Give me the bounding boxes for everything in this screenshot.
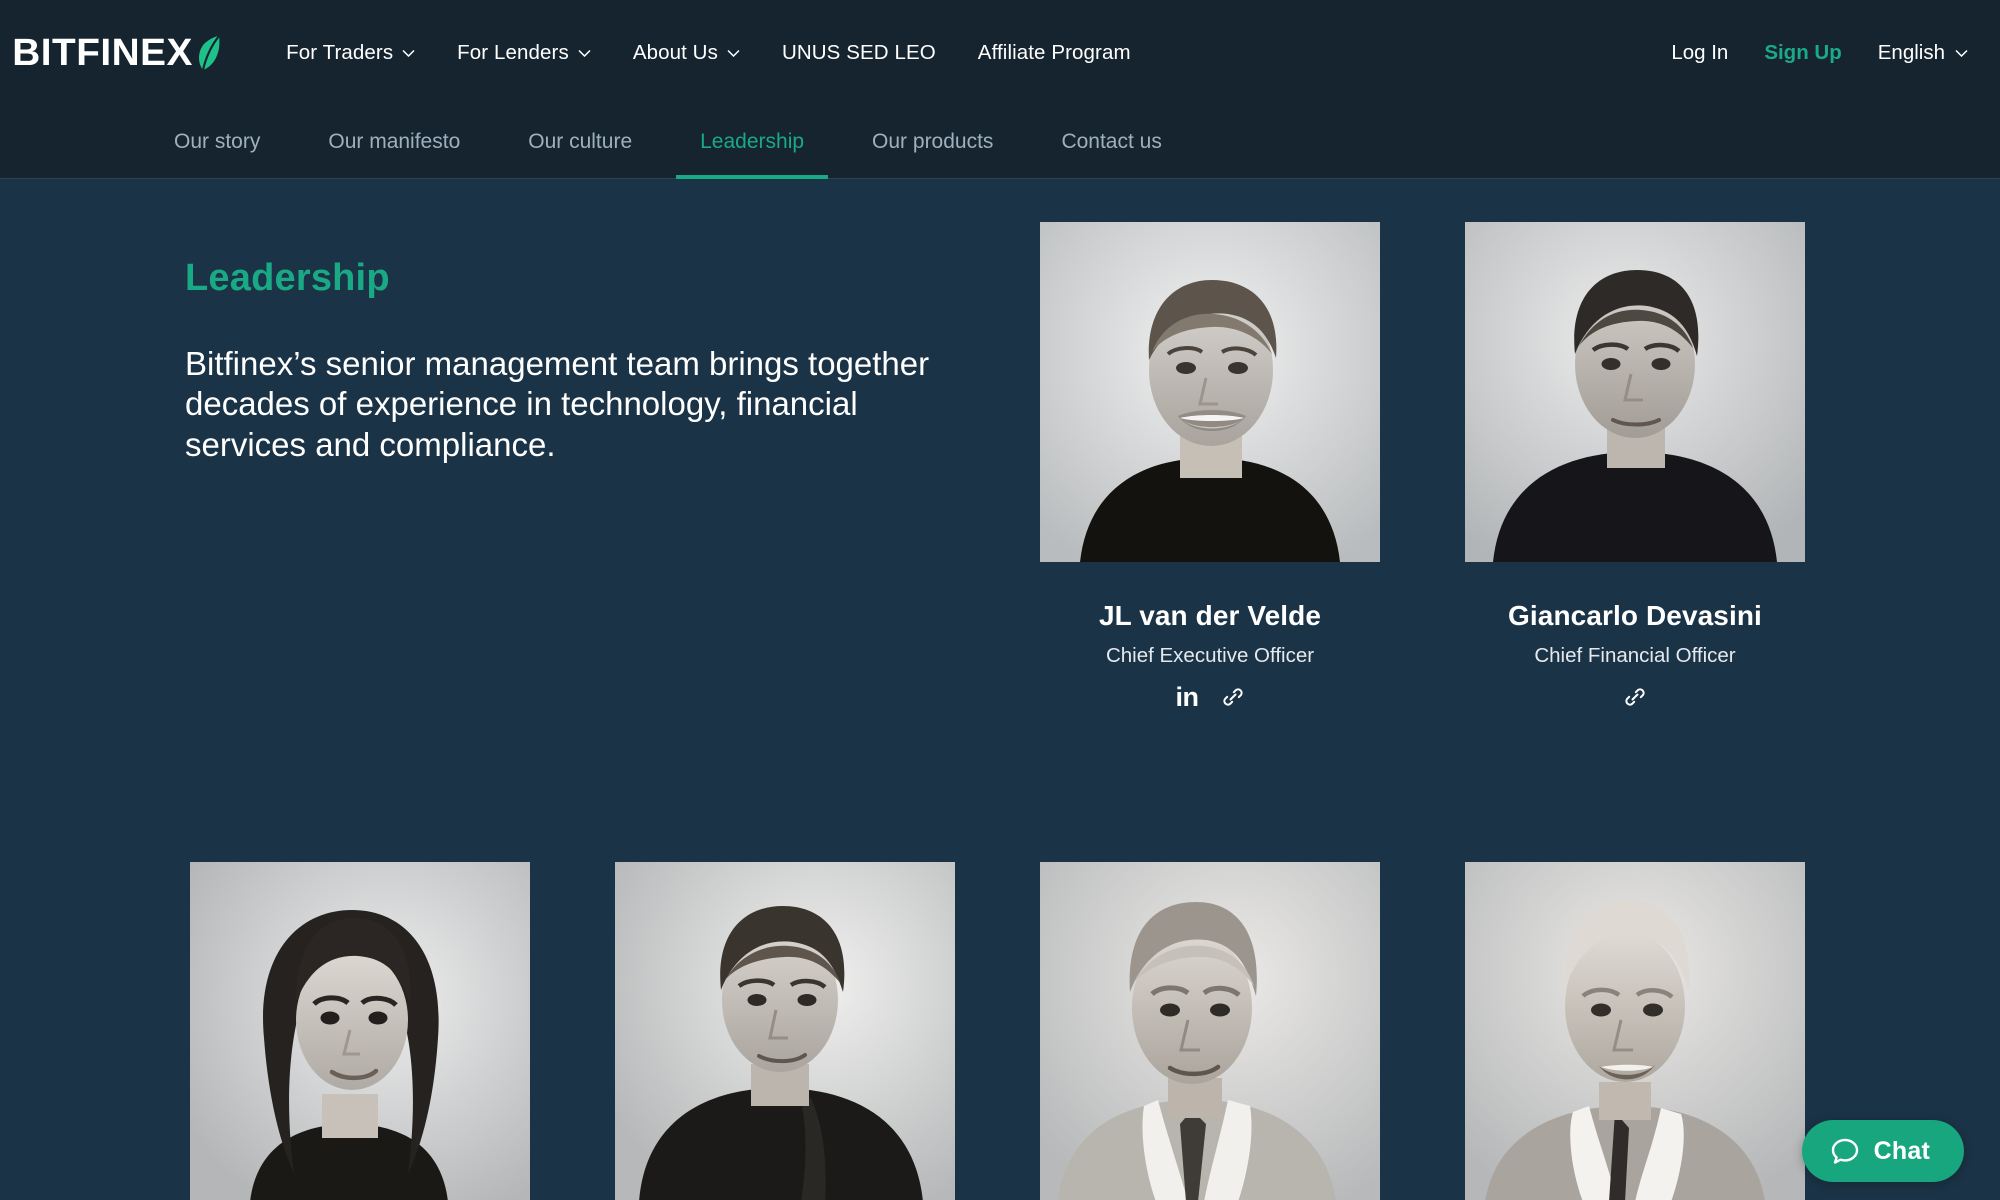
nav-item-unus-sed-leo[interactable]: UNUS SED LEO xyxy=(761,31,957,75)
leader-socials xyxy=(1623,682,1647,712)
leader-card: Paolo Ardoino Chief Technology Officer xyxy=(615,862,955,1200)
tab-label: Contact us xyxy=(1061,130,1162,153)
tab-label: Our story xyxy=(174,130,261,153)
nav-item-about-us[interactable]: About Us xyxy=(612,31,761,75)
tab-label: Our products xyxy=(872,130,994,153)
avatar[interactable] xyxy=(615,862,955,1200)
language-label: English xyxy=(1877,41,1945,64)
avatar[interactable] xyxy=(1465,862,1805,1200)
leaf-icon xyxy=(195,34,221,72)
login-button[interactable]: Log In xyxy=(1653,31,1746,75)
chevron-down-icon xyxy=(402,49,415,57)
link-icon[interactable] xyxy=(1221,685,1245,709)
tab-contact-us[interactable]: Contact us xyxy=(1037,106,1185,178)
primary-nav: For Traders For Lenders About Us UNUS SE… xyxy=(265,31,1152,75)
leader-card: JL van der Velde Chief Executive Officer… xyxy=(1040,222,1380,712)
linkedin-icon[interactable]: in xyxy=(1176,683,1200,711)
leader-socials: in xyxy=(1176,682,1245,712)
chat-button[interactable]: Chat xyxy=(1801,1120,1964,1182)
tab-our-products[interactable]: Our products xyxy=(848,106,1017,178)
chat-bubble-icon xyxy=(1830,1136,1860,1166)
language-selector[interactable]: English xyxy=(1860,31,1976,75)
leadership-grid: JL van der Velde Chief Executive Officer… xyxy=(190,222,1950,1200)
nav-item-for-lenders[interactable]: For Lenders xyxy=(436,31,612,75)
leader-role: Chief Financial Officer xyxy=(1534,644,1736,668)
tab-label: Leadership xyxy=(700,130,805,153)
leadership-section: Leadership Bitfinex’s senior management … xyxy=(0,179,2000,1200)
tab-our-story[interactable]: Our story xyxy=(150,106,284,178)
leader-role: Chief Executive Officer xyxy=(1105,644,1315,668)
leader-card: Peter Warrack Chief Compliance Officer xyxy=(1040,862,1380,1200)
leader-name: JL van der Velde xyxy=(1098,600,1322,631)
link-icon[interactable] xyxy=(1623,685,1647,709)
nav-item-label: Affiliate Program xyxy=(977,41,1131,64)
nav-item-label: UNUS SED LEO xyxy=(781,41,936,64)
chevron-down-icon xyxy=(578,49,591,57)
tab-our-manifesto[interactable]: Our manifesto xyxy=(304,106,484,178)
section-tabs: Our story Our manifesto Our culture Lead… xyxy=(0,106,2000,179)
tab-leadership[interactable]: Leadership xyxy=(676,106,828,179)
avatar[interactable] xyxy=(1040,862,1380,1200)
nav-item-label: About Us xyxy=(632,41,718,64)
avatar[interactable] xyxy=(190,862,530,1200)
logo-wordmark: BITFINEX xyxy=(12,32,193,74)
header-actions: Log In Sign Up English xyxy=(1653,31,1976,75)
leader-card: Giancarlo Devasini Chief Financial Offic… xyxy=(1465,222,1805,712)
chevron-down-icon xyxy=(1955,49,1968,57)
avatar[interactable] xyxy=(1465,222,1805,562)
tab-label: Our culture xyxy=(528,130,633,153)
leader-card: Claudia Lagorio Chief Operating Officer xyxy=(190,862,530,1200)
nav-item-label: For Lenders xyxy=(457,41,569,64)
bitfinex-logo[interactable]: BITFINEX xyxy=(12,32,221,74)
tab-label: Our manifesto xyxy=(328,130,461,153)
site-header: BITFINEX For Traders For Lenders About U… xyxy=(0,0,2000,106)
chevron-down-icon xyxy=(727,49,740,57)
nav-item-for-traders[interactable]: For Traders xyxy=(265,31,436,75)
nav-item-label: For Traders xyxy=(286,41,394,64)
chat-label: Chat xyxy=(1873,1136,1930,1165)
leader-card: Stuart Hoegner General Counsel xyxy=(1465,862,1805,1200)
avatar[interactable] xyxy=(1040,222,1380,562)
signup-button[interactable]: Sign Up xyxy=(1746,31,1859,75)
tab-our-culture[interactable]: Our culture xyxy=(504,106,656,178)
nav-item-affiliate-program[interactable]: Affiliate Program xyxy=(957,31,1152,75)
leader-name: Giancarlo Devasini xyxy=(1508,600,1762,631)
